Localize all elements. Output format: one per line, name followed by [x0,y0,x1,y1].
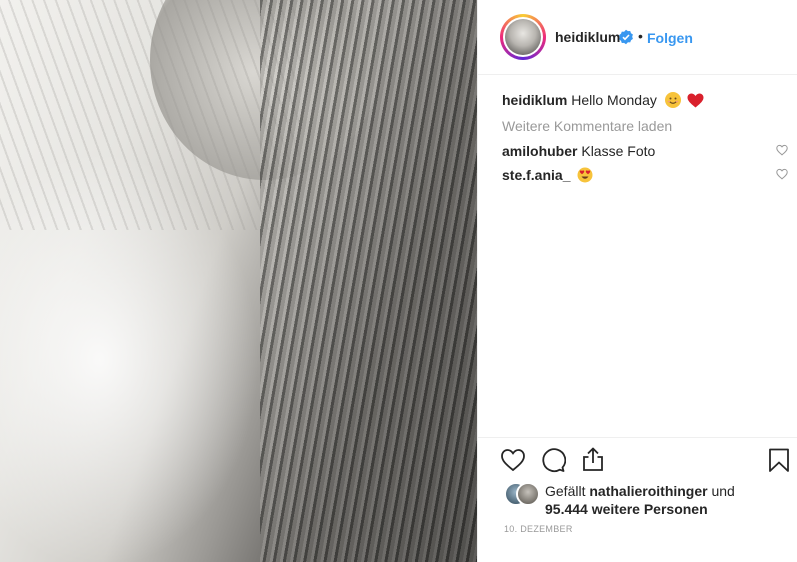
red-heart-icon [687,93,704,108]
comment-like-heart-icon[interactable] [776,144,788,156]
like-heart-icon[interactable] [500,447,526,473]
photo-hair [260,0,477,562]
post-sidebar: heidiklum • Folgen heidiklum Hello Monda… [477,0,797,562]
comment-text: Klasse Foto [581,143,656,159]
comment-item: ste.f.ania_ [502,167,593,183]
likes-prefix: Gefällt [545,483,586,499]
liker-avatars[interactable] [504,482,546,506]
caption-username[interactable]: heidiklum [502,92,567,108]
author-username[interactable]: heidiklum [555,29,620,45]
load-more-comments-link[interactable]: Weitere Kommentare laden [502,118,672,134]
verified-badge-icon [619,29,633,45]
avatar [516,482,540,506]
comment-bubble-icon[interactable] [540,447,566,473]
caption: heidiklum Hello Monday [502,92,704,108]
caption-text: Hello Monday [571,92,657,108]
likes-user[interactable]: nathalieroithinger [589,483,707,499]
bookmark-icon[interactable] [766,447,792,473]
avatar-image [505,19,541,55]
comment-item: amilohuber Klasse Foto [502,143,655,159]
story-ring[interactable] [500,14,546,60]
comment-username[interactable]: ste.f.ania_ [502,167,570,183]
post-photo[interactable] [0,0,477,562]
post-date[interactable]: 10. DEZEMBER [504,524,573,534]
post-actions: Gefällt nathalieroithinger und 95.444 we… [478,437,797,562]
avatar [503,17,543,57]
post-header: heidiklum • Folgen [478,0,797,75]
header-separator: • [638,28,643,44]
comment-like-heart-icon[interactable] [776,168,788,180]
likes-summary: Gefällt nathalieroithinger und 95.444 we… [545,482,735,518]
heart-eyes-icon [577,167,593,183]
comment-username[interactable]: amilohuber [502,143,577,159]
likes-middle: und [711,483,735,499]
likes-count[interactable]: 95.444 weitere Personen [545,501,708,517]
share-icon[interactable] [580,446,606,472]
photo-hair-top [0,0,300,230]
follow-button[interactable]: Folgen [647,30,693,46]
smiling-face-icon [664,92,681,108]
